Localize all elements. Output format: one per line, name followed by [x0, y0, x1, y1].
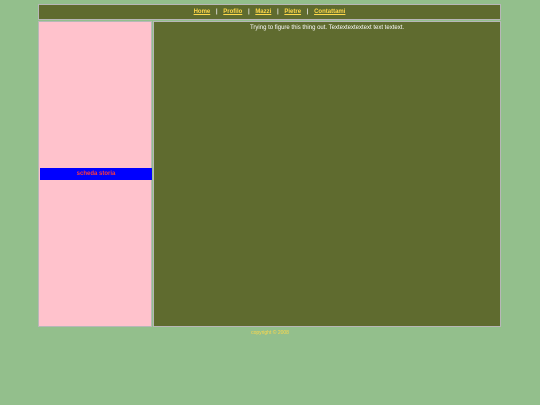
nav-separator: |: [306, 9, 309, 15]
sidebar: scheda storia: [38, 21, 152, 327]
nav-separator: |: [215, 9, 218, 15]
footer-text: copyright © 2008: [251, 330, 289, 336]
page-frame: Home | Profilo | Mazzi | Pietre | Contat…: [38, 4, 501, 327]
sidebar-band: scheda storia: [40, 168, 152, 180]
nav-contattami-link[interactable]: Contattami: [311, 9, 348, 15]
nav-separator: |: [247, 9, 250, 15]
nav-mazzi-link[interactable]: Mazzi: [252, 9, 274, 15]
nav-pietre-link[interactable]: Pietre: [281, 9, 304, 15]
main-content: Trying to figure this thing out. Textext…: [153, 21, 501, 327]
nav-profilo-link[interactable]: Profilo: [220, 9, 245, 15]
nav-home-link[interactable]: Home: [191, 9, 214, 15]
nav-links: Home | Profilo | Mazzi | Pietre | Contat…: [191, 9, 349, 15]
top-nav-bar: Home | Profilo | Mazzi | Pietre | Contat…: [38, 4, 501, 20]
nav-separator: |: [277, 9, 279, 15]
main-text: Trying to figure this thing out. Textext…: [249, 25, 405, 31]
sidebar-band-text: scheda storia: [76, 171, 116, 177]
